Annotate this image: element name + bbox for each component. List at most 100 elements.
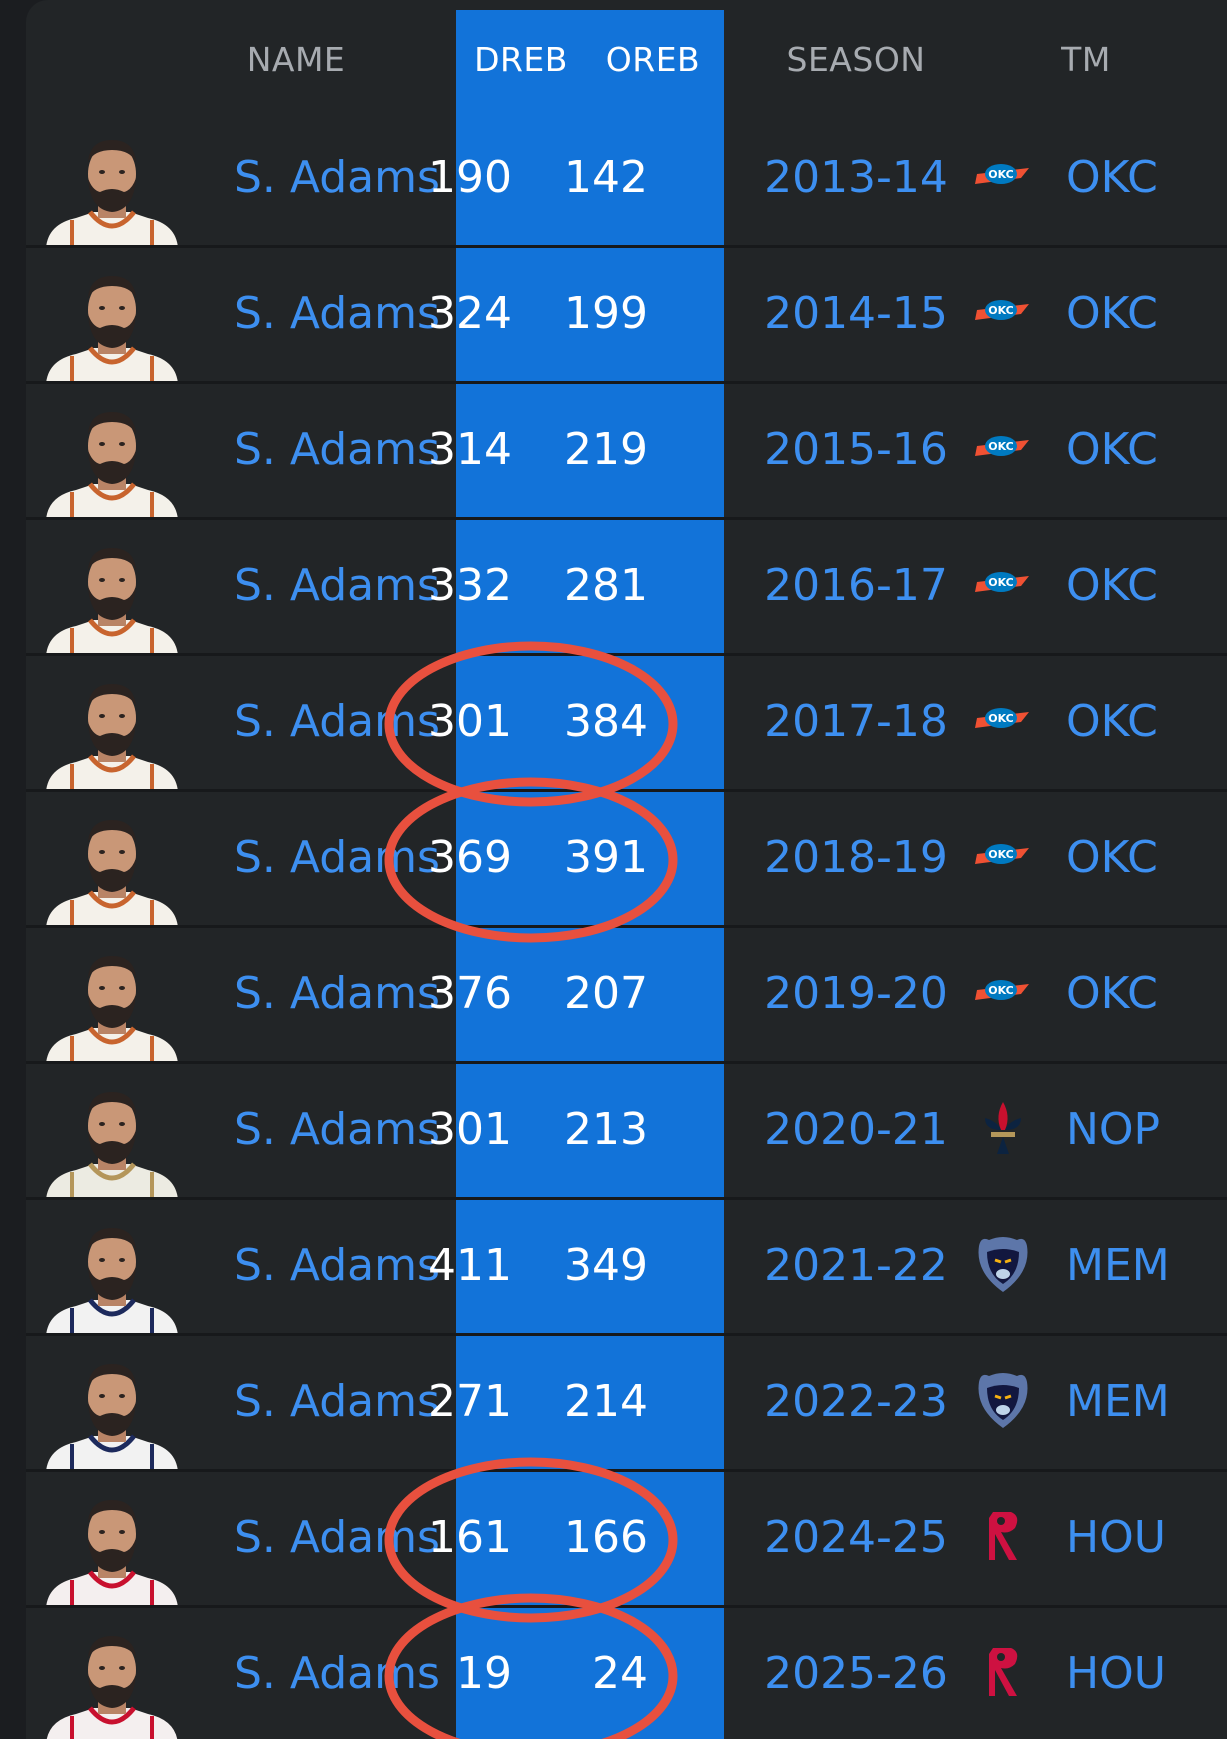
- season-link[interactable]: 2022-23: [746, 1376, 966, 1427]
- dreb-value: 332: [428, 560, 512, 611]
- table-row[interactable]: S. Adams 301 384 2017-18 OKC OKC: [26, 656, 1227, 792]
- player-name-link[interactable]: S. Adams: [234, 1648, 440, 1699]
- oreb-value: 24: [592, 1648, 648, 1699]
- player-name-link[interactable]: S. Adams: [234, 832, 440, 883]
- player-headshot[interactable]: [42, 676, 182, 792]
- player-headshot[interactable]: [42, 1084, 182, 1200]
- svg-text:OKC: OKC: [988, 848, 1013, 861]
- season-link[interactable]: 2013-14: [746, 152, 966, 203]
- table-row[interactable]: S. Adams 369 391 2018-19 OKC OKC: [26, 792, 1227, 928]
- oreb-value: 142: [564, 152, 648, 203]
- okc-thunder-icon[interactable]: OKC: [971, 280, 1035, 344]
- okc-thunder-icon[interactable]: OKC: [971, 688, 1035, 752]
- table-row[interactable]: S. Adams 19 24 2025-26 HOU: [26, 1608, 1227, 1739]
- player-headshot[interactable]: [42, 812, 182, 928]
- table-row[interactable]: S. Adams 190 142 2013-14 OKC OKC: [26, 112, 1227, 248]
- grizzlies-bear-icon[interactable]: [971, 1232, 1035, 1296]
- player-headshot[interactable]: [42, 1492, 182, 1608]
- table-row[interactable]: S. Adams 411 349 2021-22 MEM: [26, 1200, 1227, 1336]
- oreb-value: 384: [564, 696, 648, 747]
- okc-thunder-icon[interactable]: OKC: [971, 552, 1035, 616]
- season-link[interactable]: 2025-26: [746, 1648, 966, 1699]
- okc-thunder-icon[interactable]: OKC: [971, 416, 1035, 480]
- season-link[interactable]: 2024-25: [746, 1512, 966, 1563]
- player-name-link[interactable]: S. Adams: [234, 1376, 440, 1427]
- table-row[interactable]: S. Adams 376 207 2019-20 OKC OKC: [26, 928, 1227, 1064]
- oreb-value: 213: [564, 1104, 648, 1155]
- header-oreb[interactable]: OREB: [598, 40, 708, 79]
- player-headshot[interactable]: [42, 132, 182, 248]
- table-row[interactable]: S. Adams 324 199 2014-15 OKC OKC: [26, 248, 1227, 384]
- dreb-value: 324: [428, 288, 512, 339]
- season-link[interactable]: 2017-18: [746, 696, 966, 747]
- svg-text:OKC: OKC: [988, 712, 1013, 725]
- dreb-value: 369: [428, 832, 512, 883]
- player-name-link[interactable]: S. Adams: [234, 1240, 440, 1291]
- okc-thunder-icon[interactable]: OKC: [971, 824, 1035, 888]
- player-headshot[interactable]: [42, 540, 182, 656]
- okc-thunder-icon[interactable]: OKC: [971, 960, 1035, 1024]
- season-link[interactable]: 2014-15: [746, 288, 966, 339]
- team-link[interactable]: OKC: [1066, 288, 1158, 339]
- oreb-value: 281: [564, 560, 648, 611]
- table-row[interactable]: S. Adams 301 213 2020-21 NOP: [26, 1064, 1227, 1200]
- player-headshot[interactable]: [42, 1356, 182, 1472]
- player-name-link[interactable]: S. Adams: [234, 968, 440, 1019]
- player-name-link[interactable]: S. Adams: [234, 1512, 440, 1563]
- table-row[interactable]: S. Adams 271 214 2022-23 MEM: [26, 1336, 1227, 1472]
- season-link[interactable]: 2021-22: [746, 1240, 966, 1291]
- table-header: NAME DREB OREB SEASON TM: [26, 0, 1227, 112]
- header-name[interactable]: NAME: [206, 40, 386, 79]
- oreb-value: 349: [564, 1240, 648, 1291]
- oreb-value: 214: [564, 1376, 648, 1427]
- dreb-value: 271: [428, 1376, 512, 1427]
- team-link[interactable]: OKC: [1066, 832, 1158, 883]
- grizzlies-bear-icon[interactable]: [971, 1368, 1035, 1432]
- dreb-value: 301: [428, 696, 512, 747]
- team-link[interactable]: OKC: [1066, 696, 1158, 747]
- player-headshot[interactable]: [42, 1628, 182, 1739]
- table-row[interactable]: S. Adams 314 219 2015-16 OKC OKC: [26, 384, 1227, 520]
- svg-text:OKC: OKC: [988, 984, 1013, 997]
- player-name-link[interactable]: S. Adams: [234, 696, 440, 747]
- table-row[interactable]: S. Adams 332 281 2016-17 OKC OKC: [26, 520, 1227, 656]
- team-link[interactable]: OKC: [1066, 560, 1158, 611]
- player-name-link[interactable]: S. Adams: [234, 288, 440, 339]
- svg-text:OKC: OKC: [988, 576, 1013, 589]
- table-row[interactable]: S. Adams 161 166 2024-25 HOU: [26, 1472, 1227, 1608]
- dreb-value: 411: [428, 1240, 512, 1291]
- rockets-r-icon[interactable]: [971, 1640, 1035, 1704]
- team-link[interactable]: MEM: [1066, 1376, 1170, 1427]
- player-headshot[interactable]: [42, 948, 182, 1064]
- season-link[interactable]: 2019-20: [746, 968, 966, 1019]
- header-team[interactable]: TM: [1036, 40, 1136, 79]
- rockets-r-icon[interactable]: [971, 1504, 1035, 1568]
- team-link[interactable]: OKC: [1066, 152, 1158, 203]
- team-link[interactable]: HOU: [1066, 1512, 1166, 1563]
- player-name-link[interactable]: S. Adams: [234, 152, 440, 203]
- team-link[interactable]: MEM: [1066, 1240, 1170, 1291]
- player-headshot[interactable]: [42, 268, 182, 384]
- header-dreb[interactable]: DREB: [466, 40, 576, 79]
- header-season[interactable]: SEASON: [746, 40, 966, 79]
- season-link[interactable]: 2015-16: [746, 424, 966, 475]
- dreb-value: 314: [428, 424, 512, 475]
- season-link[interactable]: 2020-21: [746, 1104, 966, 1155]
- team-link[interactable]: OKC: [1066, 424, 1158, 475]
- player-name-link[interactable]: S. Adams: [234, 1104, 440, 1155]
- oreb-value: 391: [564, 832, 648, 883]
- okc-thunder-icon[interactable]: OKC: [971, 144, 1035, 208]
- team-link[interactable]: HOU: [1066, 1648, 1166, 1699]
- dreb-value: 190: [428, 152, 512, 203]
- oreb-value: 199: [564, 288, 648, 339]
- player-headshot[interactable]: [42, 404, 182, 520]
- player-name-link[interactable]: S. Adams: [234, 560, 440, 611]
- season-link[interactable]: 2016-17: [746, 560, 966, 611]
- season-link[interactable]: 2018-19: [746, 832, 966, 883]
- team-link[interactable]: OKC: [1066, 968, 1158, 1019]
- pelicans-fleur-de-lis-icon[interactable]: [971, 1096, 1035, 1160]
- player-headshot[interactable]: [42, 1220, 182, 1336]
- stats-table: NAME DREB OREB SEASON TM S. Adams 190 14…: [26, 0, 1227, 1739]
- team-link[interactable]: NOP: [1066, 1104, 1160, 1155]
- player-name-link[interactable]: S. Adams: [234, 424, 440, 475]
